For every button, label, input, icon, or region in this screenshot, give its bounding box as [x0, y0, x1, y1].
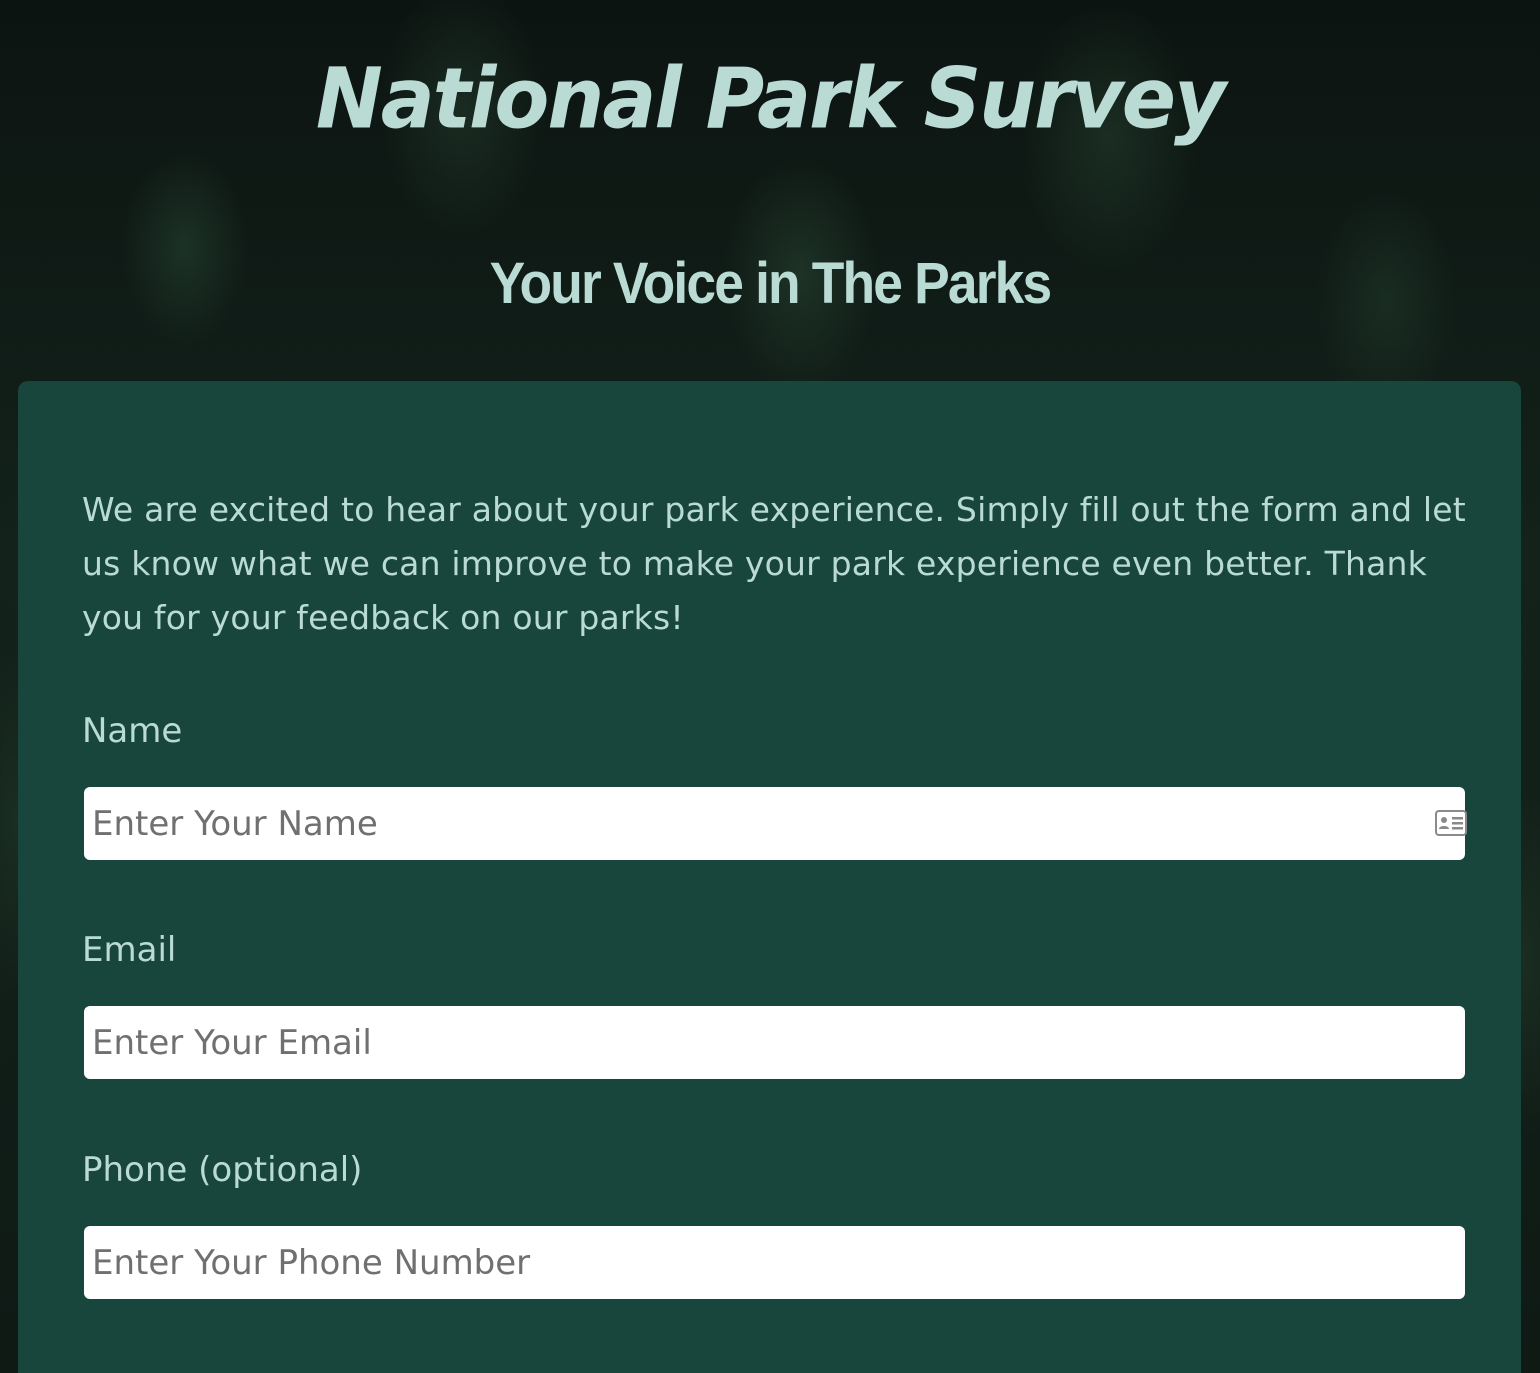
phone-input[interactable] — [84, 1226, 1465, 1299]
phone-label: Phone (optional) — [82, 1150, 363, 1190]
page-subtitle: Your Voice in The Parks — [489, 251, 1052, 316]
email-input[interactable] — [84, 1006, 1465, 1079]
survey-form: We are excited to hear about your park e… — [18, 381, 1521, 1373]
email-label: Email — [82, 930, 177, 970]
name-field-wrapper — [18, 787, 1521, 860]
form-intro-text: We are excited to hear about your park e… — [82, 490, 1466, 637]
page-header: National Park Survey Your Voice in The P… — [0, 0, 1540, 380]
id-card-icon — [1435, 810, 1467, 836]
name-input[interactable] — [84, 787, 1465, 860]
name-label: Name — [82, 711, 183, 751]
page-title: National Park Survey — [315, 49, 1226, 148]
